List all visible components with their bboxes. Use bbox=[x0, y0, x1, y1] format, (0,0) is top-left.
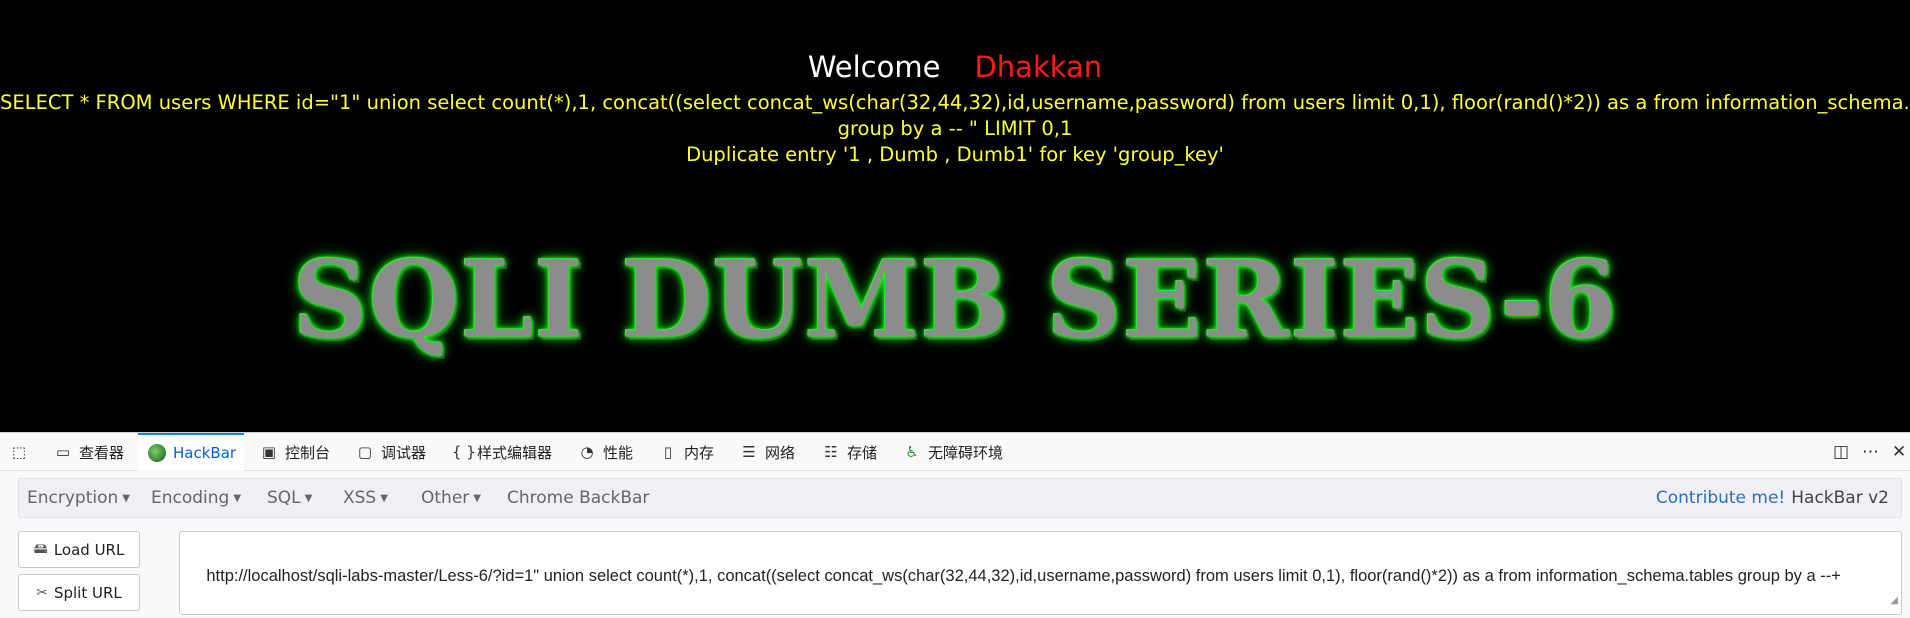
memory-icon: ▯ bbox=[663, 443, 673, 461]
url-text: http://localhost/sqli-labs-master/Less-6… bbox=[206, 567, 1841, 585]
load-url-icon: 🖴 bbox=[33, 540, 48, 557]
tab-label: 无障碍环境 bbox=[928, 443, 1004, 462]
devtools-tabbar: ⬚ ▭ 查看器 HackBar ▣ 控制台 ▢ 调试器 { } 样式编辑器 ◔ … bbox=[0, 433, 1910, 471]
menu-encoding[interactable]: Encoding ▼ bbox=[151, 488, 241, 508]
menu-label: SQL bbox=[267, 488, 301, 508]
inspector-icon: ▭ bbox=[55, 443, 71, 461]
tab-label: 查看器 bbox=[79, 443, 125, 462]
tab-label: 控制台 bbox=[285, 443, 331, 462]
chrome-backbar-link[interactable]: Chrome BackBar bbox=[507, 488, 649, 508]
tab-label: 存储 bbox=[847, 443, 878, 462]
menu-label: Encoding bbox=[151, 488, 230, 508]
welcome-text: Welcome bbox=[807, 50, 941, 84]
sql-query-line-2: group by a -- " LIMIT 0,1 bbox=[837, 117, 1073, 140]
style-editor-icon: { } bbox=[452, 443, 476, 461]
chevron-down-icon: ▼ bbox=[380, 493, 388, 504]
hackbar-icon bbox=[148, 444, 166, 462]
tab-memory[interactable]: ▯ 内存 bbox=[659, 433, 714, 471]
tab-accessibility[interactable]: ♿ 无障碍环境 bbox=[903, 433, 1003, 471]
chevron-down-icon: ▼ bbox=[304, 493, 313, 504]
menu-other[interactable]: Other ▼ bbox=[421, 488, 481, 508]
url-textarea[interactable]: http://localhost/sqli-labs-master/Less-6… bbox=[179, 531, 1902, 615]
tab-label: HackBar bbox=[173, 444, 237, 462]
more-options-icon[interactable]: ⋯ bbox=[1862, 442, 1879, 462]
tab-console[interactable]: ▣ 控制台 bbox=[260, 433, 330, 471]
series-banner: SQLI DUMB SERIES-6 bbox=[292, 236, 1618, 363]
page-content: Welcome Dhakkan SELECT * FROM users WHERE… bbox=[0, 0, 1910, 432]
welcome-line: Welcome Dhakkan bbox=[0, 50, 1910, 84]
element-picker-icon: ⬚ bbox=[11, 443, 27, 461]
split-url-button[interactable]: ✂ Split URL bbox=[18, 574, 140, 611]
hackbar-menubar: Encryption ▼ Encoding ▼ SQL ▼ XSS ▼ Other ▼ C… bbox=[18, 478, 1902, 518]
tab-label: 调试器 bbox=[381, 443, 427, 462]
tab-hackbar[interactable]: HackBar bbox=[138, 433, 245, 471]
debugger-icon: ▢ bbox=[357, 443, 373, 461]
contribute-area: Contribute me! HackBar v2 bbox=[1656, 488, 1889, 508]
menu-xss[interactable]: XSS ▼ bbox=[343, 488, 388, 508]
storage-icon: ☷ bbox=[824, 443, 838, 461]
menu-encryption[interactable]: Encryption ▼ bbox=[27, 488, 130, 508]
accessibility-icon: ♿ bbox=[905, 443, 919, 461]
chevron-down-icon: ▼ bbox=[473, 493, 481, 504]
dock-toggle-icon[interactable]: ◫ bbox=[1833, 442, 1849, 462]
menu-label: Encryption bbox=[27, 488, 119, 508]
tab-label: 内存 bbox=[684, 443, 715, 462]
tab-label: 性能 bbox=[603, 443, 634, 462]
close-icon[interactable]: ✕ bbox=[1892, 442, 1906, 462]
menu-label: XSS bbox=[343, 488, 377, 508]
hackbar-version: HackBar v2 bbox=[1791, 488, 1889, 508]
tab-performance[interactable]: ◔ 性能 bbox=[578, 433, 633, 471]
load-url-label: Load URL bbox=[53, 540, 125, 559]
menu-label: Other bbox=[421, 488, 470, 508]
performance-icon: ◔ bbox=[580, 443, 594, 461]
welcome-name: Dhakkan bbox=[974, 50, 1103, 84]
devtools-panel: ⬚ ▭ 查看器 HackBar ▣ 控制台 ▢ 调试器 { } 样式编辑器 ◔ … bbox=[0, 432, 1910, 618]
tab-storage[interactable]: ☷ 存储 bbox=[822, 433, 877, 471]
chevron-down-icon: ▼ bbox=[122, 493, 130, 504]
tab-style-editor[interactable]: { } 样式编辑器 bbox=[452, 433, 552, 471]
tab-label: 样式编辑器 bbox=[477, 443, 553, 462]
network-icon: ☰ bbox=[742, 443, 756, 461]
menu-sql[interactable]: SQL ▼ bbox=[267, 488, 312, 508]
tab-network[interactable]: ☰ 网络 bbox=[740, 433, 795, 471]
split-url-label: Split URL bbox=[53, 583, 122, 602]
resize-grip-icon[interactable]: ◢ bbox=[1890, 589, 1898, 612]
tab-inspector[interactable]: ▭ 查看器 bbox=[54, 433, 124, 471]
element-picker-button[interactable]: ⬚ bbox=[10, 433, 28, 471]
tab-label: 网络 bbox=[765, 443, 796, 462]
contribute-link[interactable]: Contribute me! bbox=[1656, 488, 1785, 508]
split-url-icon: ✂ bbox=[36, 584, 48, 601]
sql-error-message: Duplicate entry '1 , Dumb , Dumb1' for k… bbox=[686, 143, 1224, 166]
console-icon: ▣ bbox=[261, 443, 277, 461]
chevron-down-icon: ▼ bbox=[233, 493, 242, 504]
tab-debugger[interactable]: ▢ 调试器 bbox=[356, 433, 426, 471]
load-url-button[interactable]: 🖴 Load URL bbox=[18, 531, 140, 568]
sql-query-line-1: SELECT * FROM users WHERE id="1" union s… bbox=[0, 91, 1910, 114]
